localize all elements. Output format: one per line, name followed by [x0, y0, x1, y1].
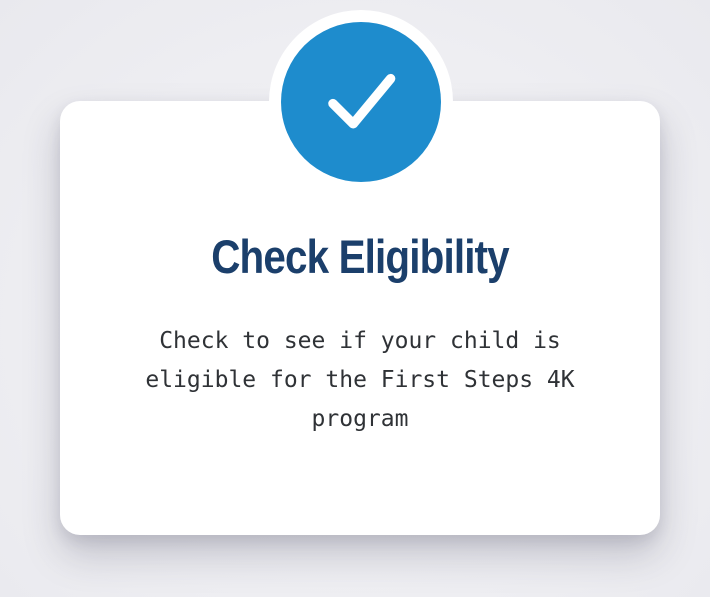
- card-description: Check to see if your child is eligible f…: [145, 328, 575, 432]
- checkmark-icon: [328, 73, 396, 129]
- card-title: Check Eligibility: [211, 230, 509, 283]
- checkmark-badge: [281, 22, 441, 182]
